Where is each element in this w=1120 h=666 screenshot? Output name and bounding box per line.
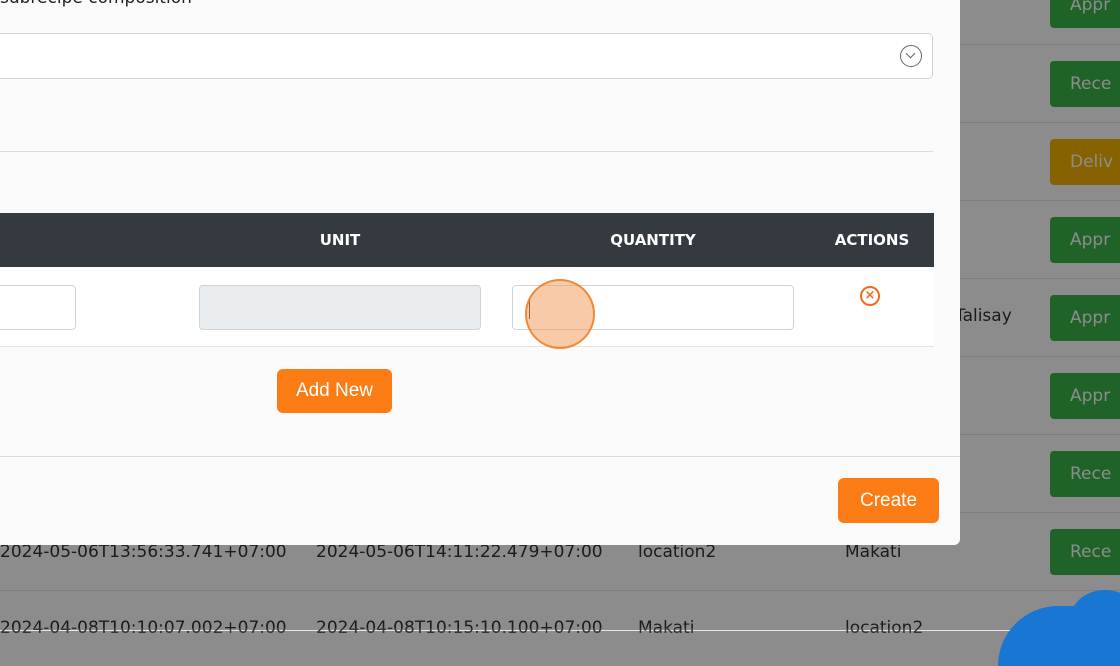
composition-row: ×: [0, 268, 934, 347]
unit-input: [199, 285, 481, 330]
create-button[interactable]: Create: [838, 478, 939, 523]
add-new-button[interactable]: Add New: [277, 369, 392, 413]
column-header-actions: ACTIONS: [834, 231, 910, 249]
column-header-quantity: QUANTITY: [610, 231, 696, 249]
section-title: subrecipe composition: [0, 0, 192, 8]
composition-select[interactable]: [0, 33, 933, 79]
composition-table-header: UNIT QUANTITY ACTIONS: [0, 213, 934, 267]
footer-divider: [0, 456, 960, 457]
click-indicator: [525, 279, 595, 349]
divider: [0, 151, 933, 152]
column-header-unit: UNIT: [319, 231, 361, 249]
chevron-down-circle-icon[interactable]: [900, 45, 922, 67]
create-subrecipe-modal: subrecipe composition UNIT QUANTITY ACTI…: [0, 0, 960, 545]
remove-circle-icon[interactable]: ×: [860, 286, 880, 306]
item-input[interactable]: [0, 285, 76, 330]
